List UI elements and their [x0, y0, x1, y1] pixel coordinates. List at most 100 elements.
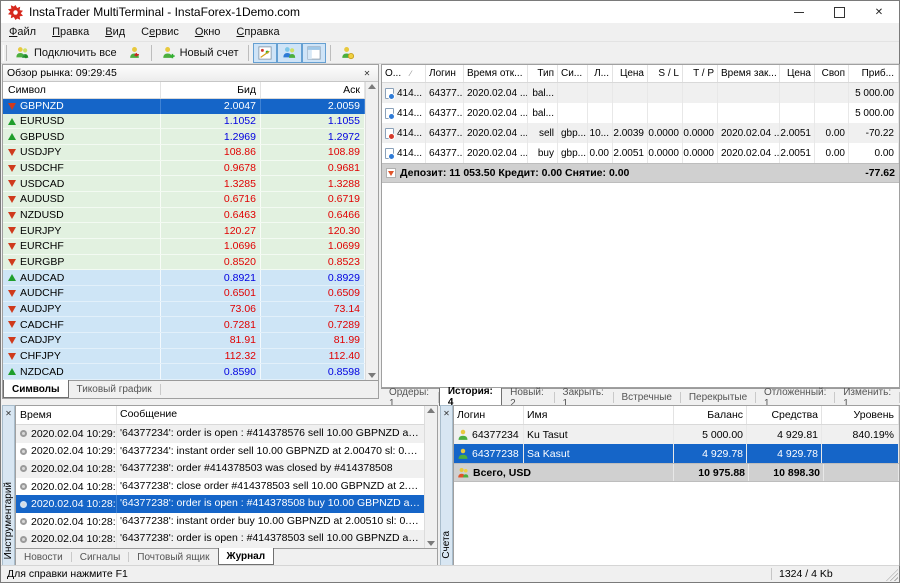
market-row[interactable]: AUDCAD0.89210.8929: [3, 270, 365, 286]
column-close-price[interactable]: Цена: [780, 65, 815, 82]
column-time[interactable]: Время: [16, 406, 117, 424]
market-row[interactable]: AUDJPY73.0673.14: [3, 302, 365, 318]
market-row[interactable]: NZDCAD0.85900.8598: [3, 364, 365, 380]
tab-counter[interactable]: Встречные: [613, 389, 680, 406]
column-close-time[interactable]: Время зак...: [718, 65, 780, 82]
column-swap[interactable]: Своп: [815, 65, 849, 82]
account-row[interactable]: 64377234 Ku Tasut 5 000.00 4 929.81 840.…: [454, 425, 899, 444]
scroll-up-icon[interactable]: [368, 84, 376, 89]
tab-signals[interactable]: Сигналы: [72, 549, 129, 565]
market-row[interactable]: EURCHF1.06961.0699: [3, 239, 365, 255]
connect-all-button[interactable]: Подключить все: [10, 43, 122, 63]
symbol-label: USDCAD: [20, 178, 64, 190]
journal-row[interactable]: 2020.02.04 10:28:...'64377238': instant …: [16, 513, 424, 531]
column-symbol[interactable]: Символ: [3, 82, 161, 98]
toolbox-close-icon[interactable]: [2, 406, 16, 420]
column-lots[interactable]: Л...: [588, 65, 613, 82]
toolbox-toggle-button[interactable]: [302, 43, 326, 63]
menu-edit[interactable]: Правка: [44, 23, 97, 42]
column-ask[interactable]: Аск: [261, 82, 365, 98]
market-row[interactable]: CADCHF0.72810.7289: [3, 317, 365, 333]
new-account-button[interactable]: Новый счет: [156, 43, 244, 63]
column-price[interactable]: Цена: [613, 65, 648, 82]
tab-mailbox[interactable]: Почтовый ящик: [129, 549, 217, 565]
bid-value: 2.0047: [161, 99, 261, 114]
market-row[interactable]: CADJPY81.9181.99: [3, 333, 365, 349]
history-row[interactable]: 414... 64377...2020.02.04 ... sellgbp...…: [382, 123, 899, 143]
history-row[interactable]: 414... 64377...2020.02.04 ... buygbp... …: [382, 143, 899, 163]
market-row[interactable]: EURUSD1.10521.1055: [3, 114, 365, 130]
menu-window[interactable]: Окно: [187, 23, 229, 42]
column-sl[interactable]: S / L: [648, 65, 683, 82]
tab-news[interactable]: Новости: [16, 549, 71, 565]
scroll-down-icon[interactable]: [368, 373, 376, 378]
market-row[interactable]: USDCAD1.32851.3288: [3, 176, 365, 192]
tab-history[interactable]: История: 4: [439, 388, 502, 406]
column-tp[interactable]: T / P: [683, 65, 718, 82]
market-watch-tabs: Символы Тиковый график: [3, 380, 378, 398]
market-row[interactable]: EURJPY120.27120.30: [3, 223, 365, 239]
market-row[interactable]: GBPNZD2.00472.0059: [3, 99, 365, 114]
column-symbol[interactable]: Си...: [558, 65, 588, 82]
tab-modify[interactable]: Изменить: 1: [835, 389, 899, 406]
tab-overlapped[interactable]: Перекрытые: [681, 389, 755, 406]
column-message[interactable]: Сообщение: [117, 406, 424, 424]
column-order[interactable]: О...: [382, 65, 426, 82]
scroll-down-icon[interactable]: [427, 541, 435, 546]
tab-journal[interactable]: Журнал: [218, 548, 275, 565]
market-watch-close-icon[interactable]: [360, 66, 374, 80]
toolbar-grip[interactable]: [3, 45, 7, 61]
tab-close[interactable]: Закрыть: 1: [555, 389, 613, 406]
column-type[interactable]: Тип: [528, 65, 558, 82]
column-login[interactable]: Логин: [454, 406, 524, 424]
ask-value: 2.0059: [261, 99, 365, 114]
tab-orders[interactable]: Ордеры: 1: [381, 389, 438, 406]
market-row[interactable]: AUDCHF0.65010.6509: [3, 286, 365, 302]
tab-new[interactable]: Новый: 2: [502, 389, 554, 406]
minimize-button[interactable]: [779, 1, 819, 23]
maximize-button[interactable]: [819, 1, 859, 23]
tab-tick-chart[interactable]: Тиковый график: [69, 381, 160, 398]
journal-row[interactable]: 2020.02.04 10:28:...'64377238': order #4…: [16, 460, 424, 478]
journal-row[interactable]: 2020.02.04 10:28:...'64377238': order is…: [16, 495, 424, 513]
column-bid[interactable]: Бид: [161, 82, 261, 98]
close-button[interactable]: [859, 1, 899, 23]
market-row[interactable]: USDCHF0.96780.9681: [3, 161, 365, 177]
menu-file[interactable]: Файл: [1, 23, 44, 42]
accounts-close-icon[interactable]: [440, 406, 454, 420]
account-options-button[interactable]: [335, 43, 360, 63]
journal-row[interactable]: 2020.02.04 10:28:...'64377238': order is…: [16, 530, 424, 548]
history-row[interactable]: 414... 64377...2020.02.04 ... bal... 5 0…: [382, 103, 899, 123]
resize-grip[interactable]: [886, 569, 898, 581]
column-name[interactable]: Имя: [524, 406, 674, 424]
column-profit[interactable]: Приб...: [849, 65, 899, 82]
tab-pending[interactable]: Отложенный: 1: [756, 389, 834, 406]
menu-help[interactable]: Справка: [228, 23, 287, 42]
market-watch-toggle-button[interactable]: [253, 43, 277, 63]
disconnect-people-icon: [127, 46, 142, 60]
journal-row[interactable]: 2020.02.04 10:28:...'64377238': close or…: [16, 478, 424, 496]
journal-scrollbar[interactable]: [424, 406, 437, 548]
market-watch-scrollbar[interactable]: [365, 82, 378, 380]
accounts-toggle-button[interactable]: [277, 43, 302, 63]
market-row[interactable]: CHFJPY112.32112.40: [3, 349, 365, 365]
market-row[interactable]: USDJPY108.86108.89: [3, 145, 365, 161]
market-row[interactable]: AUDUSD0.67160.6719: [3, 192, 365, 208]
menu-tools[interactable]: Сервис: [133, 23, 187, 42]
journal-row[interactable]: 2020.02.04 10:29:...'64377234': instant …: [16, 443, 424, 461]
scroll-up-icon[interactable]: [427, 408, 435, 413]
tab-symbols[interactable]: Символы: [3, 380, 69, 398]
disconnect-all-button[interactable]: [122, 43, 147, 63]
account-row[interactable]: 64377238 Sa Kasut 4 929.78 4 929.78: [454, 444, 899, 463]
column-equity[interactable]: Средства: [747, 406, 822, 424]
journal-row[interactable]: 2020.02.04 10:29:...'64377234': order is…: [16, 425, 424, 443]
market-row[interactable]: GBPUSD1.29691.2972: [3, 129, 365, 145]
history-row[interactable]: 414... 64377...2020.02.04 ... bal... 5 0…: [382, 83, 899, 103]
market-row[interactable]: NZDUSD0.64630.6466: [3, 208, 365, 224]
column-level[interactable]: Уровень: [822, 406, 899, 424]
column-open-time[interactable]: Время отк...: [464, 65, 528, 82]
menu-view[interactable]: Вид: [97, 23, 133, 42]
market-row[interactable]: EURGBP0.85200.8523: [3, 255, 365, 271]
column-balance[interactable]: Баланс: [674, 406, 747, 424]
column-login[interactable]: Логин: [426, 65, 464, 82]
